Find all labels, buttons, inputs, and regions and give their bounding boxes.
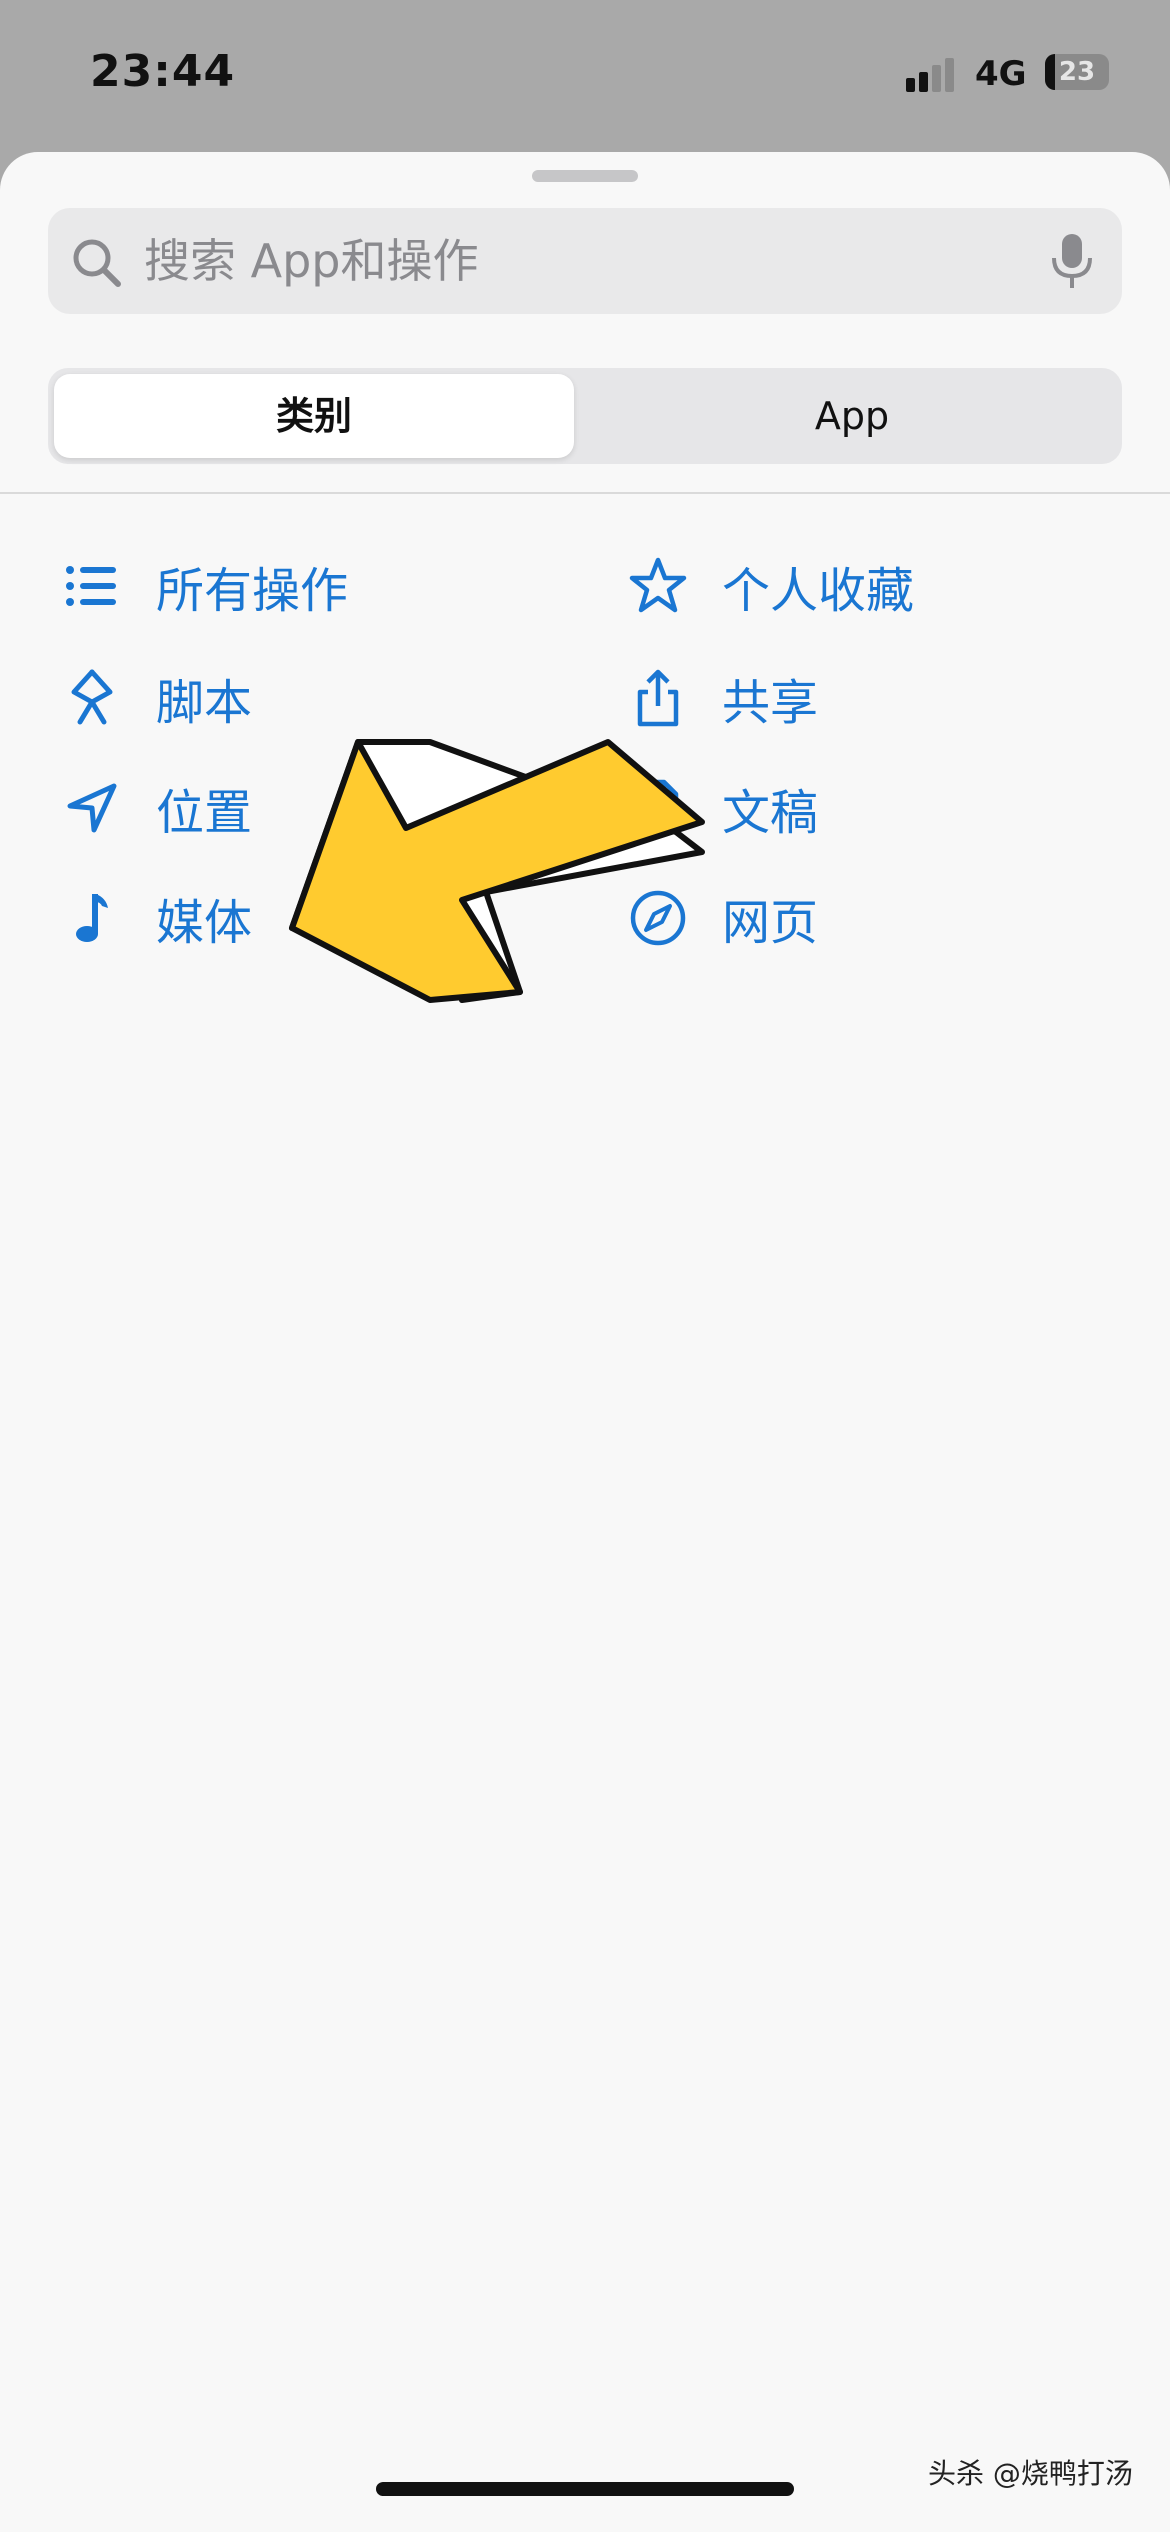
battery-icon: 23 xyxy=(1045,54,1109,90)
category-location[interactable]: 位置 xyxy=(62,768,252,848)
segment-apps[interactable]: App xyxy=(588,374,1116,458)
category-segmented-control: 类别 App xyxy=(48,368,1122,464)
search-icon xyxy=(73,239,121,287)
star-icon xyxy=(629,557,687,613)
search-field[interactable]: 搜索 App和操作 xyxy=(48,208,1122,314)
status-time: 23:44 xyxy=(90,46,236,97)
category-favorites[interactable]: 个人收藏 xyxy=(628,546,914,626)
search-placeholder: 搜索 App和操作 xyxy=(144,234,479,288)
status-bar: 23:44 4G 23 xyxy=(0,0,1170,150)
microphone-icon[interactable] xyxy=(1048,232,1096,292)
share-icon xyxy=(637,669,679,727)
category-label: 位置 xyxy=(156,785,253,841)
watermark: 头杀 @烧鸭打汤 xyxy=(928,2457,1133,2490)
document-icon xyxy=(637,779,679,837)
signal-icon xyxy=(906,56,960,92)
compass-icon xyxy=(630,890,686,946)
category-web[interactable]: 网页 xyxy=(628,878,818,958)
category-sharing[interactable]: 共享 xyxy=(628,658,818,738)
category-label: 媒体 xyxy=(156,895,253,951)
category-all-actions[interactable]: 所有操作 xyxy=(62,546,348,626)
category-label: 网页 xyxy=(722,895,819,951)
script-icon xyxy=(71,669,113,725)
category-label: 共享 xyxy=(722,675,819,731)
location-arrow-icon xyxy=(67,783,117,833)
battery-level: 23 xyxy=(1058,57,1096,87)
network-type: 4G xyxy=(975,54,1027,94)
sheet-grabber[interactable] xyxy=(532,170,638,182)
category-documents[interactable]: 文稿 xyxy=(628,768,818,848)
segment-categories[interactable]: 类别 xyxy=(54,374,574,458)
category-media[interactable]: 媒体 xyxy=(62,878,252,958)
home-indicator xyxy=(376,2482,794,2496)
action-sheet: 搜索 App和操作 类别 App 所有操作 脚本 位置 媒体 个人收藏 共享 文… xyxy=(0,152,1170,2532)
divider xyxy=(0,492,1170,494)
list-icon xyxy=(66,566,116,606)
music-note-icon xyxy=(76,894,108,942)
category-label: 脚本 xyxy=(156,675,253,731)
category-label: 个人收藏 xyxy=(722,563,915,619)
category-label: 所有操作 xyxy=(156,563,349,619)
category-label: 文稿 xyxy=(722,785,819,841)
category-scripting[interactable]: 脚本 xyxy=(62,658,252,738)
